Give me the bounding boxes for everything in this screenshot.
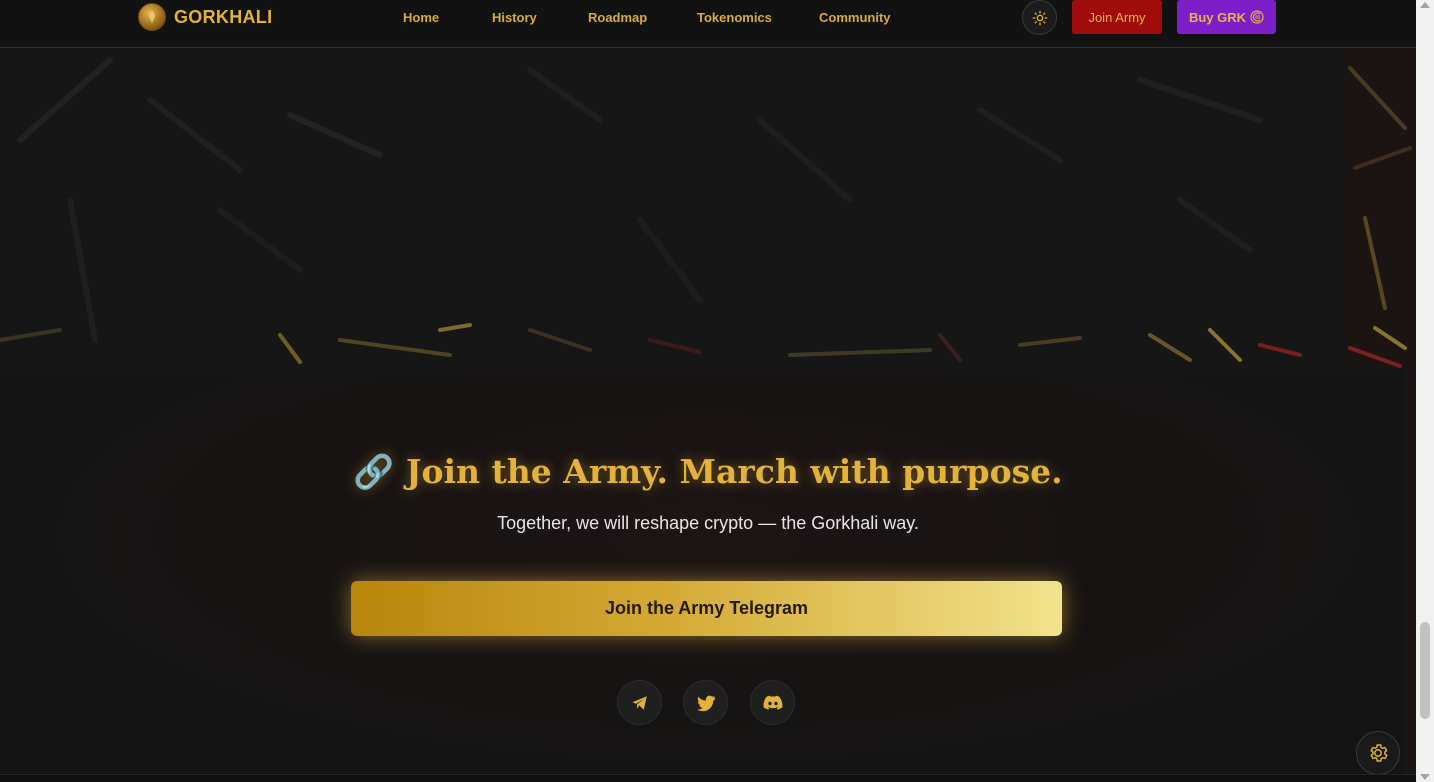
telegram-link[interactable]	[617, 680, 662, 725]
brand-name: GORKHALI	[174, 6, 273, 27]
nav-link-history[interactable]: History	[492, 9, 537, 26]
scroll-down-arrow[interactable]	[1420, 774, 1430, 780]
brand-emblem-icon	[138, 3, 166, 31]
join-army-label: Join Army	[1088, 9, 1146, 25]
nav-link-home[interactable]: Home	[403, 9, 439, 26]
discord-link[interactable]	[750, 680, 795, 725]
join-telegram-label: Join the Army Telegram	[604, 598, 809, 618]
settings-button[interactable]	[1356, 731, 1400, 775]
top-navbar: GORKHALI Home History Roadmap Tokenomics…	[0, 0, 1416, 48]
twitter-icon	[696, 695, 715, 711]
join-telegram-button[interactable]: Join the Army Telegram	[351, 581, 1062, 636]
telegram-icon	[632, 695, 647, 710]
token-icon	[1250, 10, 1264, 24]
scroll-up-arrow[interactable]	[1420, 2, 1430, 8]
cta-title: 🔗 Join the Army. March with purpose.	[353, 452, 1063, 491]
nav-link-community[interactable]: Community	[819, 9, 891, 26]
page-scrollbar[interactable]	[1416, 0, 1434, 782]
brand-logo[interactable]: GORKHALI	[138, 3, 272, 31]
discord-icon	[763, 695, 782, 710]
buy-grk-button[interactable]: Buy GRK	[1177, 0, 1276, 34]
hero-background	[0, 0, 1416, 370]
cta-subtitle: Together, we will reshape crypto — the G…	[497, 513, 919, 533]
footer-edge	[0, 774, 1416, 782]
sun-icon	[1032, 10, 1047, 25]
background-sticks-decoration	[0, 57, 1302, 364]
nav-link-roadmap[interactable]: Roadmap	[588, 9, 647, 26]
nav-link-tokenomics[interactable]: Tokenomics	[697, 9, 772, 26]
theme-toggle-button[interactable]	[1022, 0, 1057, 35]
buy-grk-label: Buy GRK	[1188, 9, 1247, 25]
join-army-button[interactable]: Join Army	[1072, 0, 1162, 34]
twitter-link[interactable]	[683, 680, 728, 725]
gear-icon	[1370, 744, 1388, 762]
side-decoration	[1345, 48, 1416, 368]
side-decoration-lower	[1405, 370, 1416, 782]
scroll-thumb[interactable]	[1420, 622, 1430, 719]
